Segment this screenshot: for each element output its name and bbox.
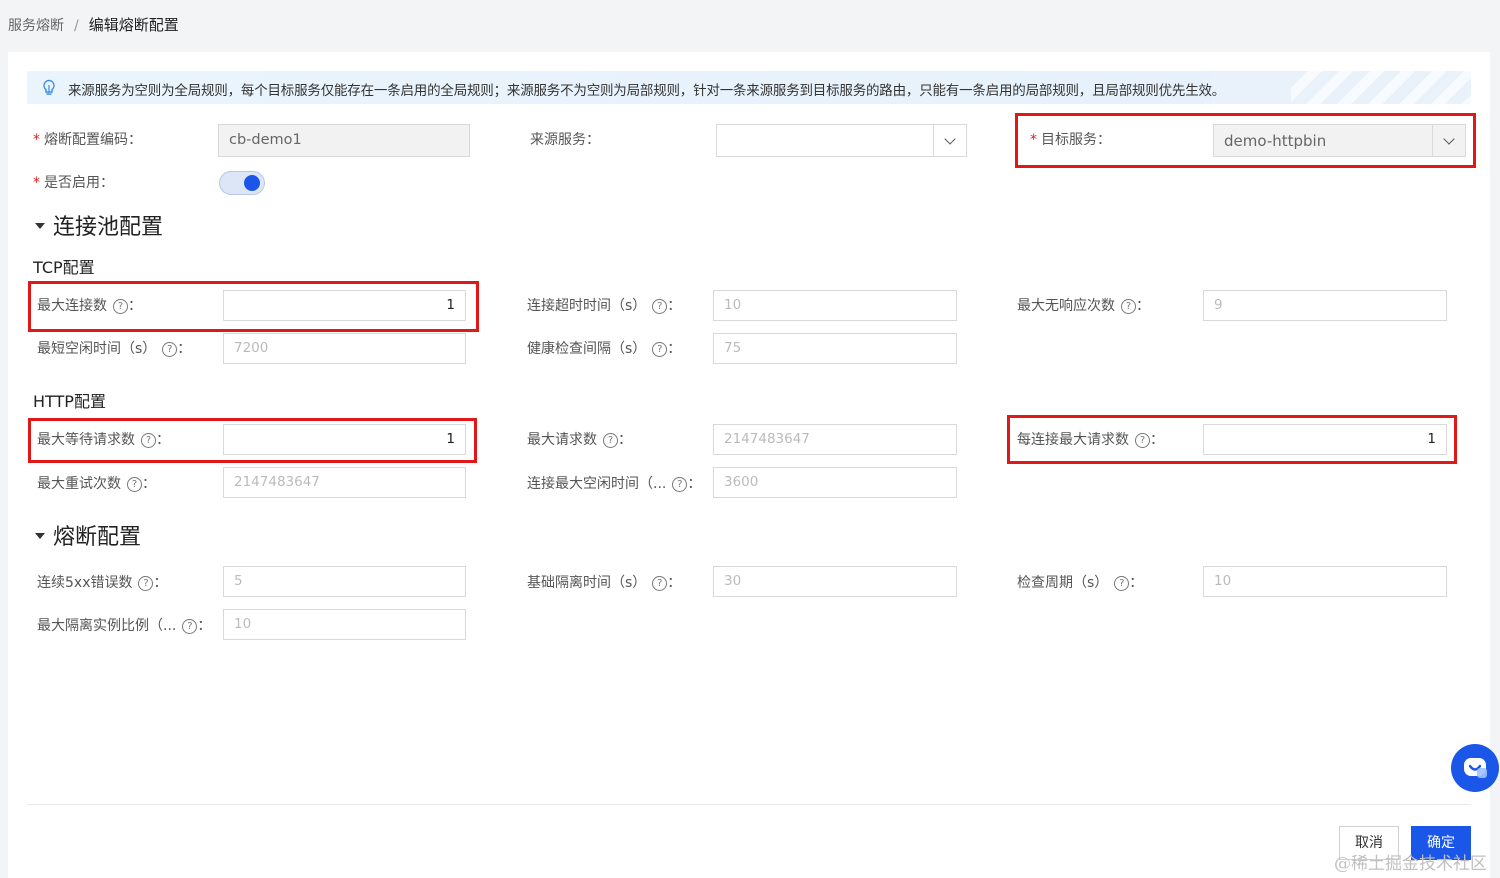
help-icon[interactable]: ?	[113, 299, 128, 314]
base-ejection-label: 基础隔离时间（s）?：	[527, 575, 682, 591]
floating-assistant-button[interactable]	[1451, 744, 1499, 792]
per-connection-input[interactable]: 1	[1203, 424, 1447, 455]
help-icon[interactable]: ?	[1121, 299, 1136, 314]
caret-down-icon	[35, 223, 45, 229]
tcp-title: TCP配置	[33, 258, 95, 277]
connect-timeout-label: 连接超时时间（s）?：	[527, 298, 682, 314]
help-icon[interactable]: ?	[652, 342, 668, 357]
max-requests-input[interactable]: 2147483647	[713, 424, 957, 455]
enabled-toggle[interactable]	[219, 171, 265, 195]
max-requests-label: 最大请求数?：	[527, 432, 632, 448]
lightbulb-icon	[43, 79, 55, 95]
conn-idle-input[interactable]: 3600	[713, 467, 957, 498]
source-service-dropdown-button[interactable]	[933, 125, 966, 156]
base-ejection-input[interactable]: 30	[713, 566, 957, 597]
check-interval-label: 检查周期（s）?：	[1017, 575, 1144, 591]
enabled-label: 是否启用：	[33, 173, 114, 193]
chevron-down-icon	[1443, 132, 1455, 145]
max-noresponse-label: 最大无响应次数?：	[1017, 298, 1150, 314]
help-icon[interactable]: ?	[182, 619, 198, 634]
help-icon[interactable]: ?	[672, 477, 688, 492]
max-connections-input[interactable]: 1	[223, 290, 466, 321]
help-icon[interactable]: ?	[1135, 433, 1150, 448]
alert-decoration	[1291, 71, 1471, 104]
pool-section-title: 连接池配置	[53, 215, 164, 240]
max-pending-label: 最大等待请求数?：	[37, 432, 170, 448]
breaker-section-header[interactable]: 熔断配置	[35, 519, 141, 551]
alert-text: 来源服务为空则为全局规则，每个目标服务仅能存在一条启用的全局规则；来源服务不为空…	[68, 83, 1226, 99]
max-noresponse-input[interactable]: 9	[1203, 290, 1447, 321]
target-service-select[interactable]: demo-httpbin	[1213, 124, 1466, 157]
target-service-label: 目标服务：	[1030, 130, 1111, 150]
target-service-dropdown-button[interactable]	[1432, 125, 1465, 156]
help-icon[interactable]: ?	[652, 299, 668, 314]
help-icon[interactable]: ?	[141, 433, 156, 448]
max-retries-input[interactable]: 2147483647	[223, 467, 466, 498]
health-interval-input[interactable]: 75	[713, 333, 957, 364]
max-retries-label: 最大重试次数?：	[37, 476, 156, 492]
code-input[interactable]: cb-demo1	[218, 124, 470, 157]
breaker-section-title: 熔断配置	[53, 525, 142, 550]
connect-timeout-input[interactable]: 10	[713, 290, 957, 321]
max-ejection-input[interactable]: 10	[223, 609, 466, 640]
max-connections-label: 最大连接数?：	[37, 298, 142, 314]
help-icon[interactable]: ?	[162, 342, 178, 357]
per-connection-label: 每连接最大请求数?：	[1017, 432, 1164, 448]
min-idle-input[interactable]: 7200	[223, 333, 466, 364]
caret-down-icon	[35, 533, 45, 539]
chevron-down-icon	[944, 132, 956, 145]
help-icon[interactable]: ?	[138, 576, 154, 591]
watermark-text: @稀土掘金技术社区	[1334, 854, 1487, 874]
consecutive-errors-input[interactable]: 5	[223, 566, 466, 597]
help-icon[interactable]: ?	[652, 576, 668, 591]
breadcrumb-parent-link[interactable]: 服务熔断	[8, 18, 64, 34]
footer-divider	[27, 804, 1471, 805]
check-interval-input[interactable]: 10	[1203, 566, 1447, 597]
min-idle-label: 最短空闲时间（s）?：	[37, 341, 192, 357]
source-service-select[interactable]	[716, 124, 967, 157]
code-label: 熔断配置编码：	[33, 130, 142, 150]
max-ejection-label: 最大隔离实例比例（...?：	[37, 618, 212, 634]
breadcrumb-separator: /	[74, 18, 79, 34]
http-title: HTTP配置	[33, 392, 106, 411]
help-icon[interactable]: ?	[1114, 576, 1130, 591]
page-title: 编辑熔断配置	[88, 16, 179, 34]
health-interval-label: 健康检查间隔（s）?：	[527, 341, 682, 357]
info-alert: 来源服务为空则为全局规则，每个目标服务仅能存在一条启用的全局规则；来源服务不为空…	[27, 71, 1471, 104]
breadcrumb: 服务熔断 / 编辑熔断配置	[8, 14, 179, 35]
max-pending-input[interactable]: 1	[223, 424, 466, 455]
conn-idle-label: 连接最大空闲时间（...?：	[527, 476, 702, 492]
help-icon[interactable]: ?	[127, 477, 142, 492]
target-service-value: demo-httpbin	[1224, 132, 1327, 150]
chat-bubble-icon	[1464, 758, 1487, 778]
pool-section-header[interactable]: 连接池配置	[35, 209, 163, 241]
consecutive-errors-label: 连续5xx错误数?：	[37, 575, 168, 591]
help-icon[interactable]: ?	[603, 433, 618, 448]
source-service-label: 来源服务：	[530, 132, 600, 148]
toggle-knob	[244, 175, 260, 191]
